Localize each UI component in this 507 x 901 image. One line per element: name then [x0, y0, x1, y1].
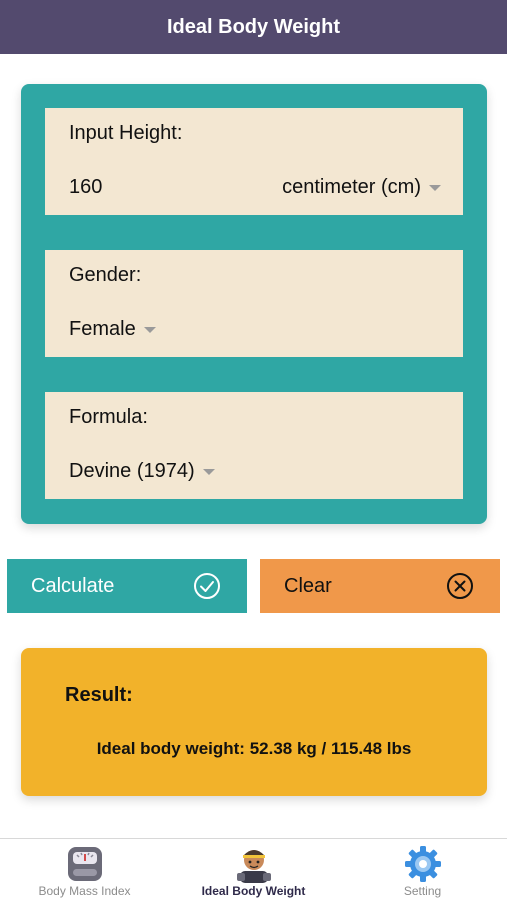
- result-title: Result:: [65, 684, 133, 706]
- chevron-down-icon: [143, 326, 156, 333]
- page-title: Ideal Body Weight: [167, 15, 340, 38]
- clear-label: Clear: [284, 574, 332, 597]
- unit-value: centimeter (cm): [282, 176, 421, 198]
- scale-icon: [67, 847, 102, 881]
- formula-label: Formula:: [69, 406, 148, 428]
- gender-select[interactable]: Female: [69, 318, 156, 341]
- close-circle-icon: [447, 573, 473, 599]
- formula-value: Devine (1974): [69, 460, 195, 482]
- gender-field: Gender: Female: [45, 250, 463, 357]
- unit-select[interactable]: centimeter (cm): [282, 176, 441, 199]
- gender-value: Female: [69, 318, 136, 340]
- input-panel: Input Height: 160 centimeter (cm) Gender…: [21, 84, 487, 524]
- formula-select[interactable]: Devine (1974): [69, 460, 215, 483]
- chevron-down-icon: [202, 468, 215, 475]
- check-circle-icon: [194, 573, 220, 599]
- gender-label: Gender:: [69, 264, 142, 286]
- calculate-button[interactable]: Calculate: [7, 559, 247, 613]
- height-value: 160: [69, 176, 103, 198]
- gear-icon: [404, 846, 441, 882]
- tab-ideal-body-weight[interactable]: Ideal Body Weight: [169, 845, 338, 901]
- calculate-label: Calculate: [31, 574, 115, 597]
- height-field: Input Height: 160 centimeter (cm): [45, 108, 463, 215]
- tab-body-mass-index[interactable]: Body Mass Index: [0, 845, 169, 901]
- athlete-icon: [236, 850, 271, 883]
- tab-label: Body Mass Index: [38, 884, 131, 898]
- chevron-down-icon: [429, 184, 441, 191]
- tab-label: Setting: [403, 884, 442, 898]
- clear-button[interactable]: Clear: [260, 559, 500, 613]
- height-input[interactable]: 160: [69, 176, 102, 199]
- result-card: Result: Ideal body weight: 52.38 kg / 11…: [21, 648, 487, 796]
- tab-label: Ideal Body Weight: [201, 884, 306, 898]
- tab-setting[interactable]: Setting: [338, 845, 507, 901]
- app-header: Ideal Body Weight: [0, 0, 507, 54]
- result-text: Ideal body weight: 52.38 kg / 115.48 lbs: [96, 739, 412, 758]
- tab-bar: Body Mass Index Ideal Body Weight Settin…: [0, 838, 507, 901]
- height-label: Input Height:: [69, 122, 183, 144]
- formula-field: Formula: Devine (1974): [45, 392, 463, 499]
